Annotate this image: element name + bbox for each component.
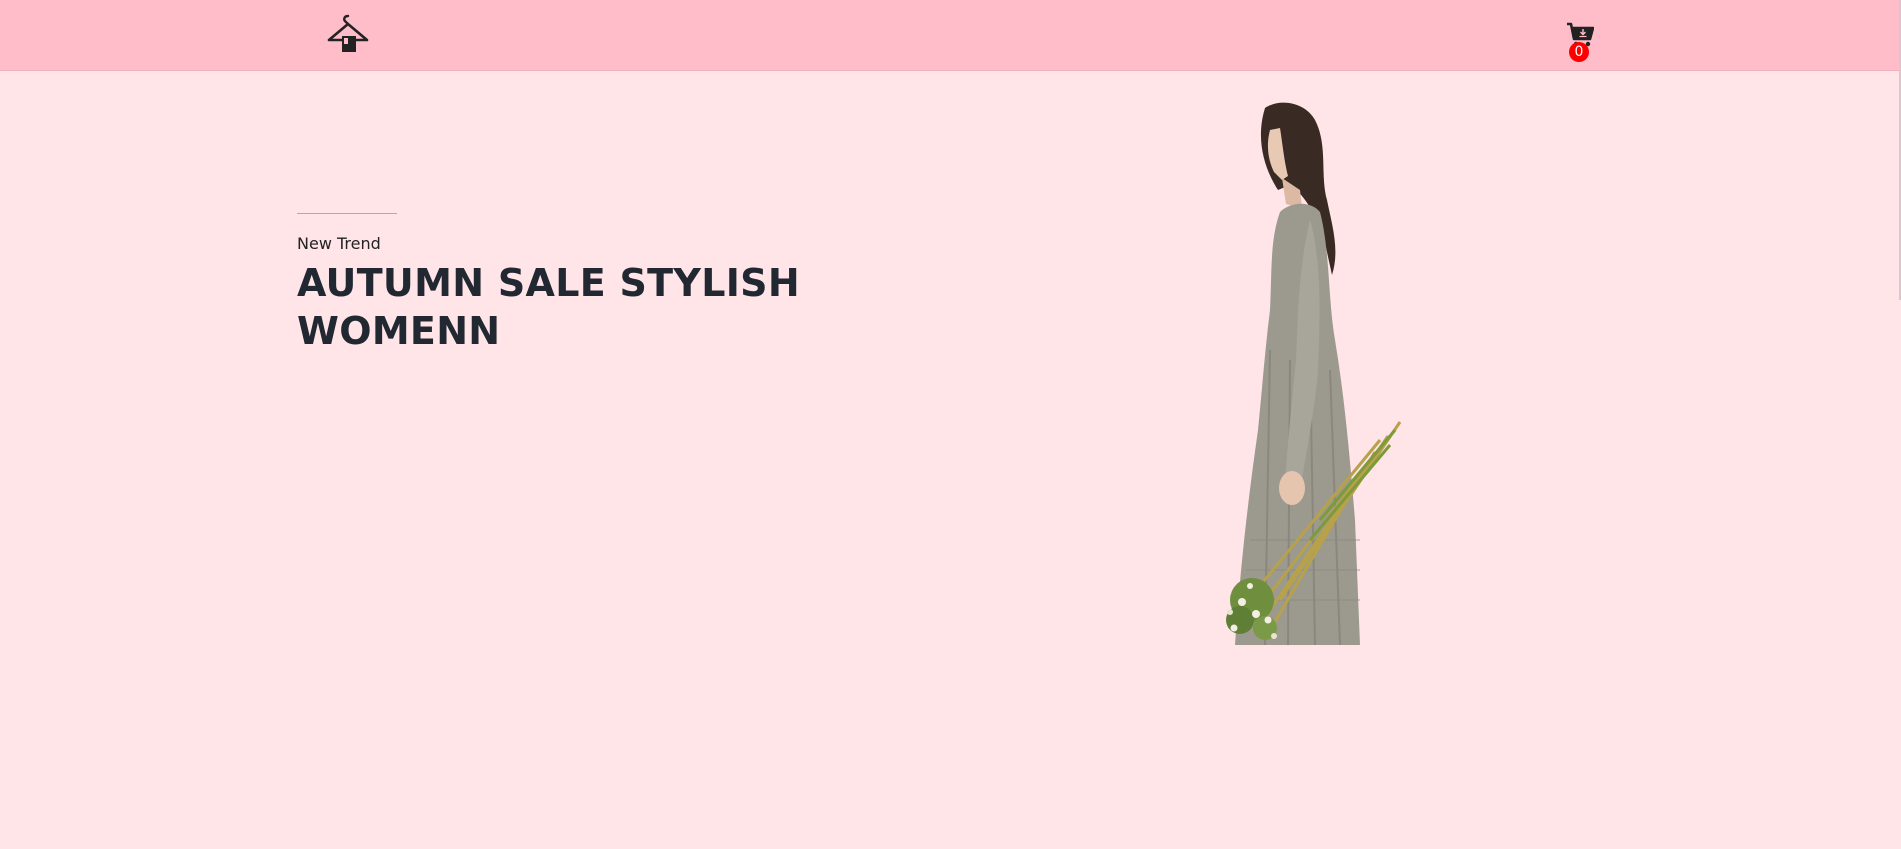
hero-title: AUTUMN SALE STYLISH WOMENN	[297, 261, 800, 353]
cart-button[interactable]: 0	[1566, 22, 1594, 62]
hero-eyebrow: New Trend	[297, 234, 381, 253]
home-logo-link[interactable]	[326, 12, 370, 56]
hero-divider	[297, 213, 397, 214]
hero-model-image	[1226, 102, 1402, 646]
navbar: 0	[0, 0, 1901, 71]
page: 0 New Trend AUTUMN SALE STYLISH WOMENN	[0, 0, 1901, 849]
hanger-logo-icon	[327, 14, 369, 52]
cart-count-badge: 0	[1569, 42, 1589, 62]
hero-text: New Trend AUTUMN SALE STYLISH WOMENN	[297, 213, 817, 355]
